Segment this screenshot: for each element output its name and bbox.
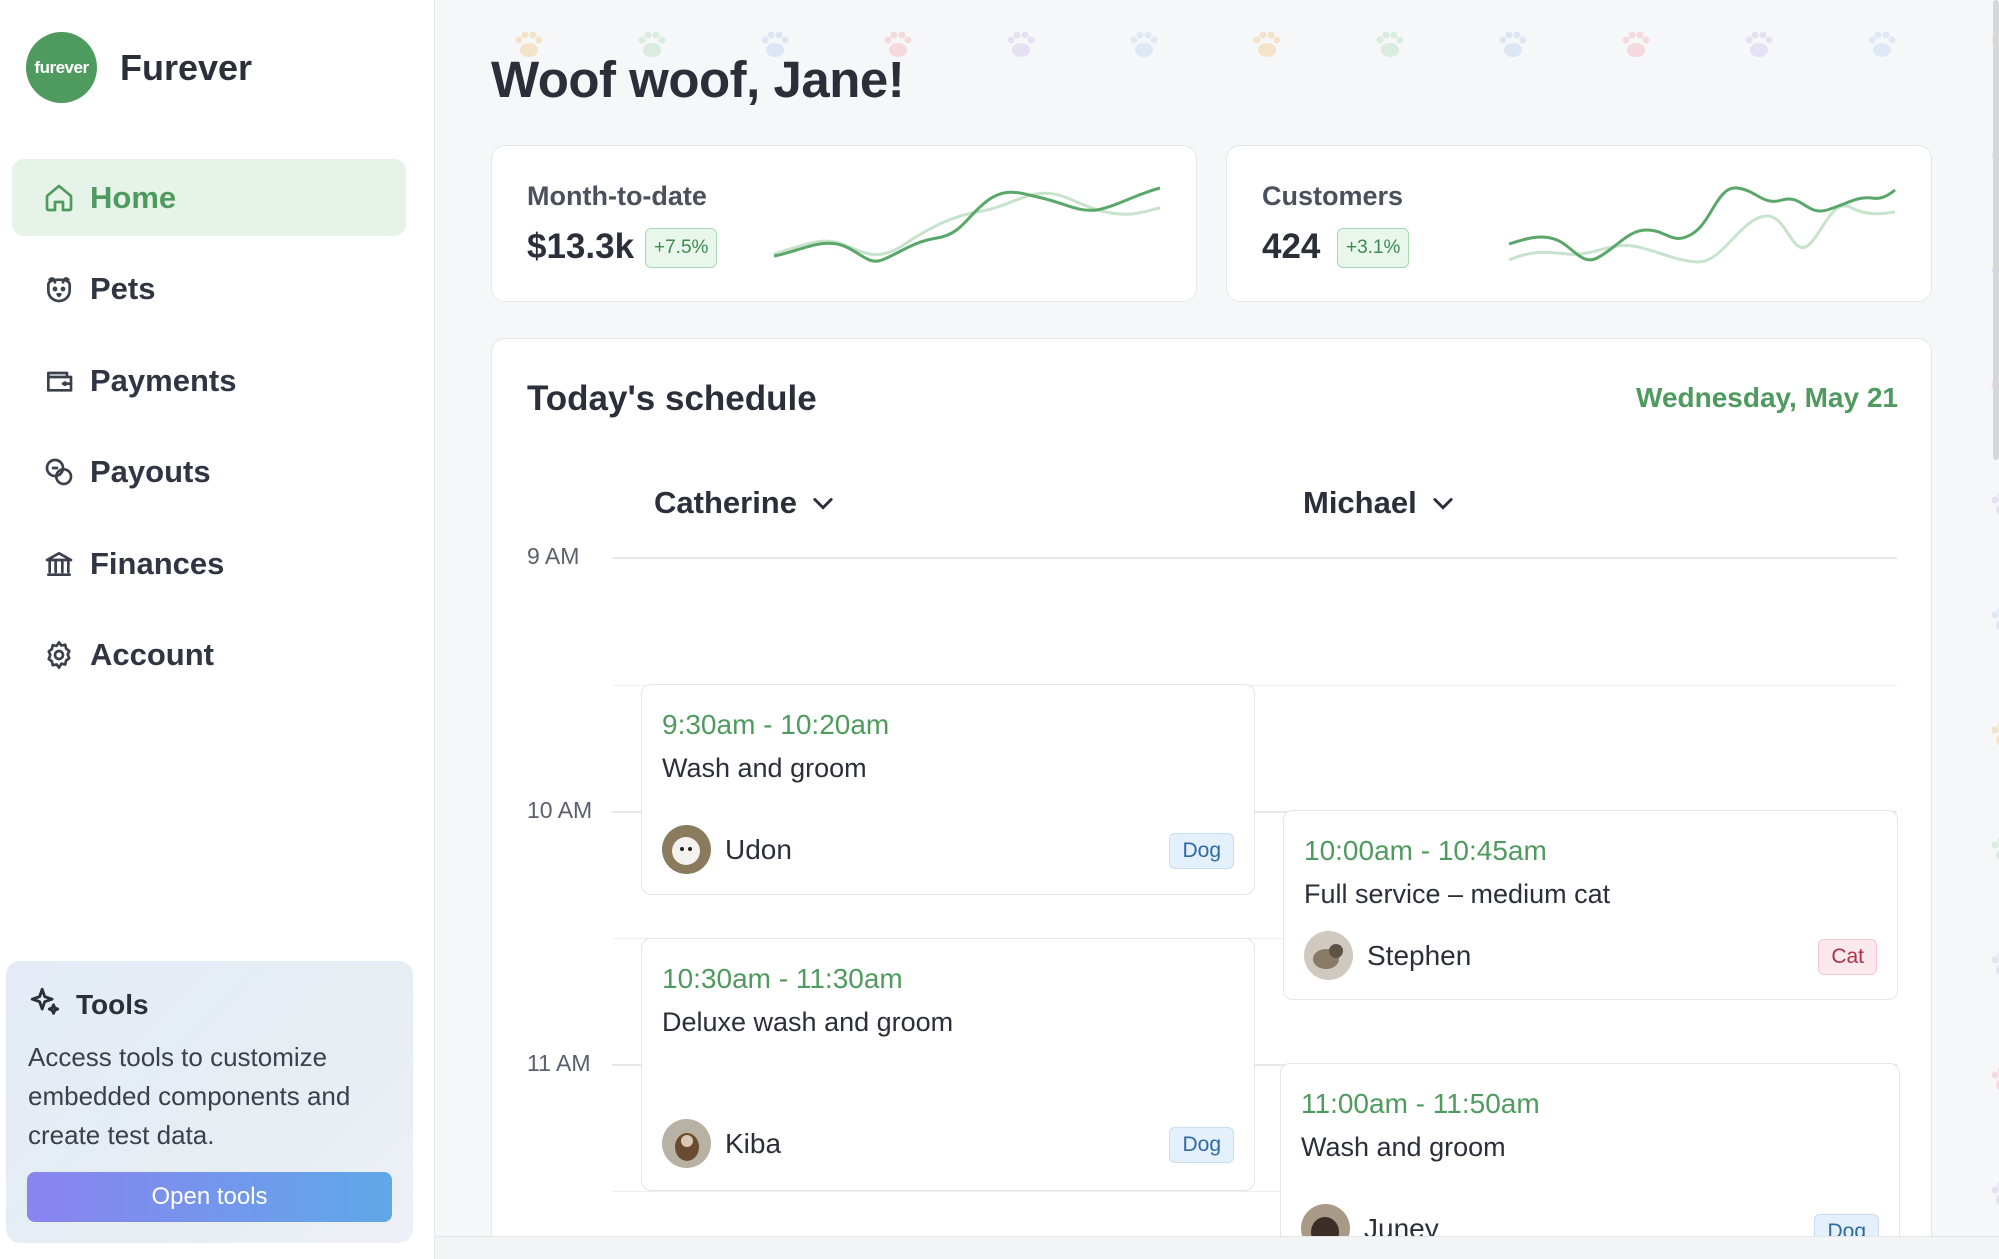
stat-change-badge: +3.1% (1337, 228, 1410, 268)
open-tools-button[interactable]: Open tools (27, 1172, 392, 1222)
schedule-title: Today's schedule (527, 379, 817, 418)
appointment-card[interactable]: 10:30am - 11:30am Deluxe wash and groom … (641, 938, 1255, 1191)
time-label-10am: 10 AM (527, 797, 593, 823)
appointment-time: 9:30am - 10:20am (662, 709, 890, 740)
pet-avatar (662, 825, 711, 874)
appointment-card[interactable]: 10:00am - 10:45am Full service – medium … (1283, 810, 1898, 1000)
appointment-pet: Stephen (1304, 931, 1471, 980)
sparkle-icon (28, 985, 62, 1024)
appointment-time: 11:00am - 11:50am (1301, 1088, 1540, 1119)
stat-card-month-to-date[interactable]: Month-to-date $13.3k +7.5% (491, 145, 1197, 302)
brand-name: Furever (120, 46, 253, 88)
vertical-scrollbar[interactable] (1993, 0, 1999, 460)
time-label-9am: 9 AM (527, 543, 580, 569)
sidebar-item-label: Pets (90, 271, 156, 306)
stat-label: Month-to-date (527, 181, 707, 211)
appointment-pet: Kiba (662, 1119, 781, 1168)
coins-icon (42, 455, 76, 489)
sidebar-item-label: Finances (90, 545, 225, 581)
sidebar-item-pets[interactable]: Pets (12, 251, 406, 328)
pet-avatar (1304, 931, 1353, 980)
appointment-service: Deluxe wash and groom (662, 1007, 954, 1037)
chevron-down-icon (813, 498, 833, 510)
appointment-pet: Udon (662, 825, 792, 874)
sidebar-item-label: Home (90, 179, 177, 215)
appointment-pet: Juney (1301, 1204, 1439, 1236)
brand-logo: furever (26, 32, 97, 103)
wallet-icon (42, 364, 76, 398)
stat-value: 424 (1262, 227, 1321, 266)
sidebar-nav: Home Pets Payments Payouts Finances Acco… (12, 159, 406, 708)
sparkline-chart (773, 186, 1161, 263)
pet-name: Udon (725, 833, 792, 865)
sidebar-item-account[interactable]: Account (12, 617, 406, 694)
pet-name: Juney (1364, 1212, 1439, 1237)
stat-value: $13.3k (527, 227, 635, 266)
sidebar-item-finances[interactable]: Finances (12, 525, 406, 602)
staff-name: Michael (1303, 485, 1417, 520)
pet-type-tag: Dog (1814, 1214, 1879, 1236)
pet-name: Kiba (725, 1127, 782, 1159)
sidebar-item-payouts[interactable]: Payouts (12, 434, 406, 511)
appointment-service: Wash and groom (662, 753, 867, 783)
appointment-time: 10:00am - 10:45am (1304, 835, 1547, 866)
appointment-card[interactable]: 11:00am - 11:50am Wash and groom Juney D… (1280, 1063, 1900, 1236)
sidebar-item-label: Payments (90, 362, 237, 398)
pet-type-tag: Cat (1818, 939, 1877, 975)
staff-select-catherine[interactable]: Catherine (654, 485, 837, 521)
pet-type-tag: Dog (1169, 1127, 1234, 1163)
todays-schedule-card: Today's schedule Wednesday, May 21 Cathe… (491, 338, 1932, 1236)
sidebar-item-payments[interactable]: Payments (12, 342, 406, 419)
pet-avatar (1301, 1204, 1350, 1236)
main-content: Woof woof, Jane! Month-to-date $13.3k +7… (435, 0, 1999, 1236)
sidebar: furever Furever Home Pets Payments Payou… (0, 0, 435, 1259)
tools-title: Tools (76, 988, 149, 1020)
pet-face-icon (42, 272, 76, 306)
chevron-down-icon (1433, 498, 1453, 510)
staff-name: Catherine (654, 485, 797, 520)
pet-avatar (662, 1119, 711, 1168)
schedule-date: Wednesday, May 21 (1636, 382, 1898, 413)
pet-name: Stephen (1367, 939, 1472, 971)
time-label-11am: 11 AM (527, 1050, 591, 1076)
tools-header: Tools (28, 985, 391, 1024)
brand[interactable]: furever Furever (26, 32, 252, 103)
staff-select-michael[interactable]: Michael (1303, 485, 1457, 521)
stat-card-customers[interactable]: Customers 424 +3.1% (1226, 145, 1932, 302)
appointment-card[interactable]: 9:30am - 10:20am Wash and groom Udon Dog (641, 684, 1255, 895)
page-title: Woof woof, Jane! (491, 51, 905, 108)
bank-icon (42, 547, 76, 581)
pet-type-tag: Dog (1169, 833, 1234, 869)
tools-card: Tools Access tools to customize embedded… (6, 961, 413, 1243)
gear-icon (42, 638, 76, 672)
tools-description: Access tools to customize embedded compo… (28, 1042, 351, 1150)
stat-label: Customers (1262, 181, 1404, 211)
appointment-time: 10:30am - 11:30am (662, 963, 903, 994)
sidebar-item-label: Account (90, 637, 214, 672)
horizontal-scrollbar[interactable] (435, 1236, 1999, 1259)
home-icon (42, 181, 76, 215)
appointment-service: Full service – medium cat (1304, 879, 1611, 909)
appointment-service: Wash and groom (1301, 1132, 1506, 1162)
sidebar-item-label: Payouts (90, 454, 211, 489)
sparkline-chart (1508, 186, 1896, 264)
sidebar-item-home[interactable]: Home (12, 159, 406, 236)
hour-line (612, 557, 1897, 559)
stat-change-badge: +7.5% (645, 228, 718, 268)
